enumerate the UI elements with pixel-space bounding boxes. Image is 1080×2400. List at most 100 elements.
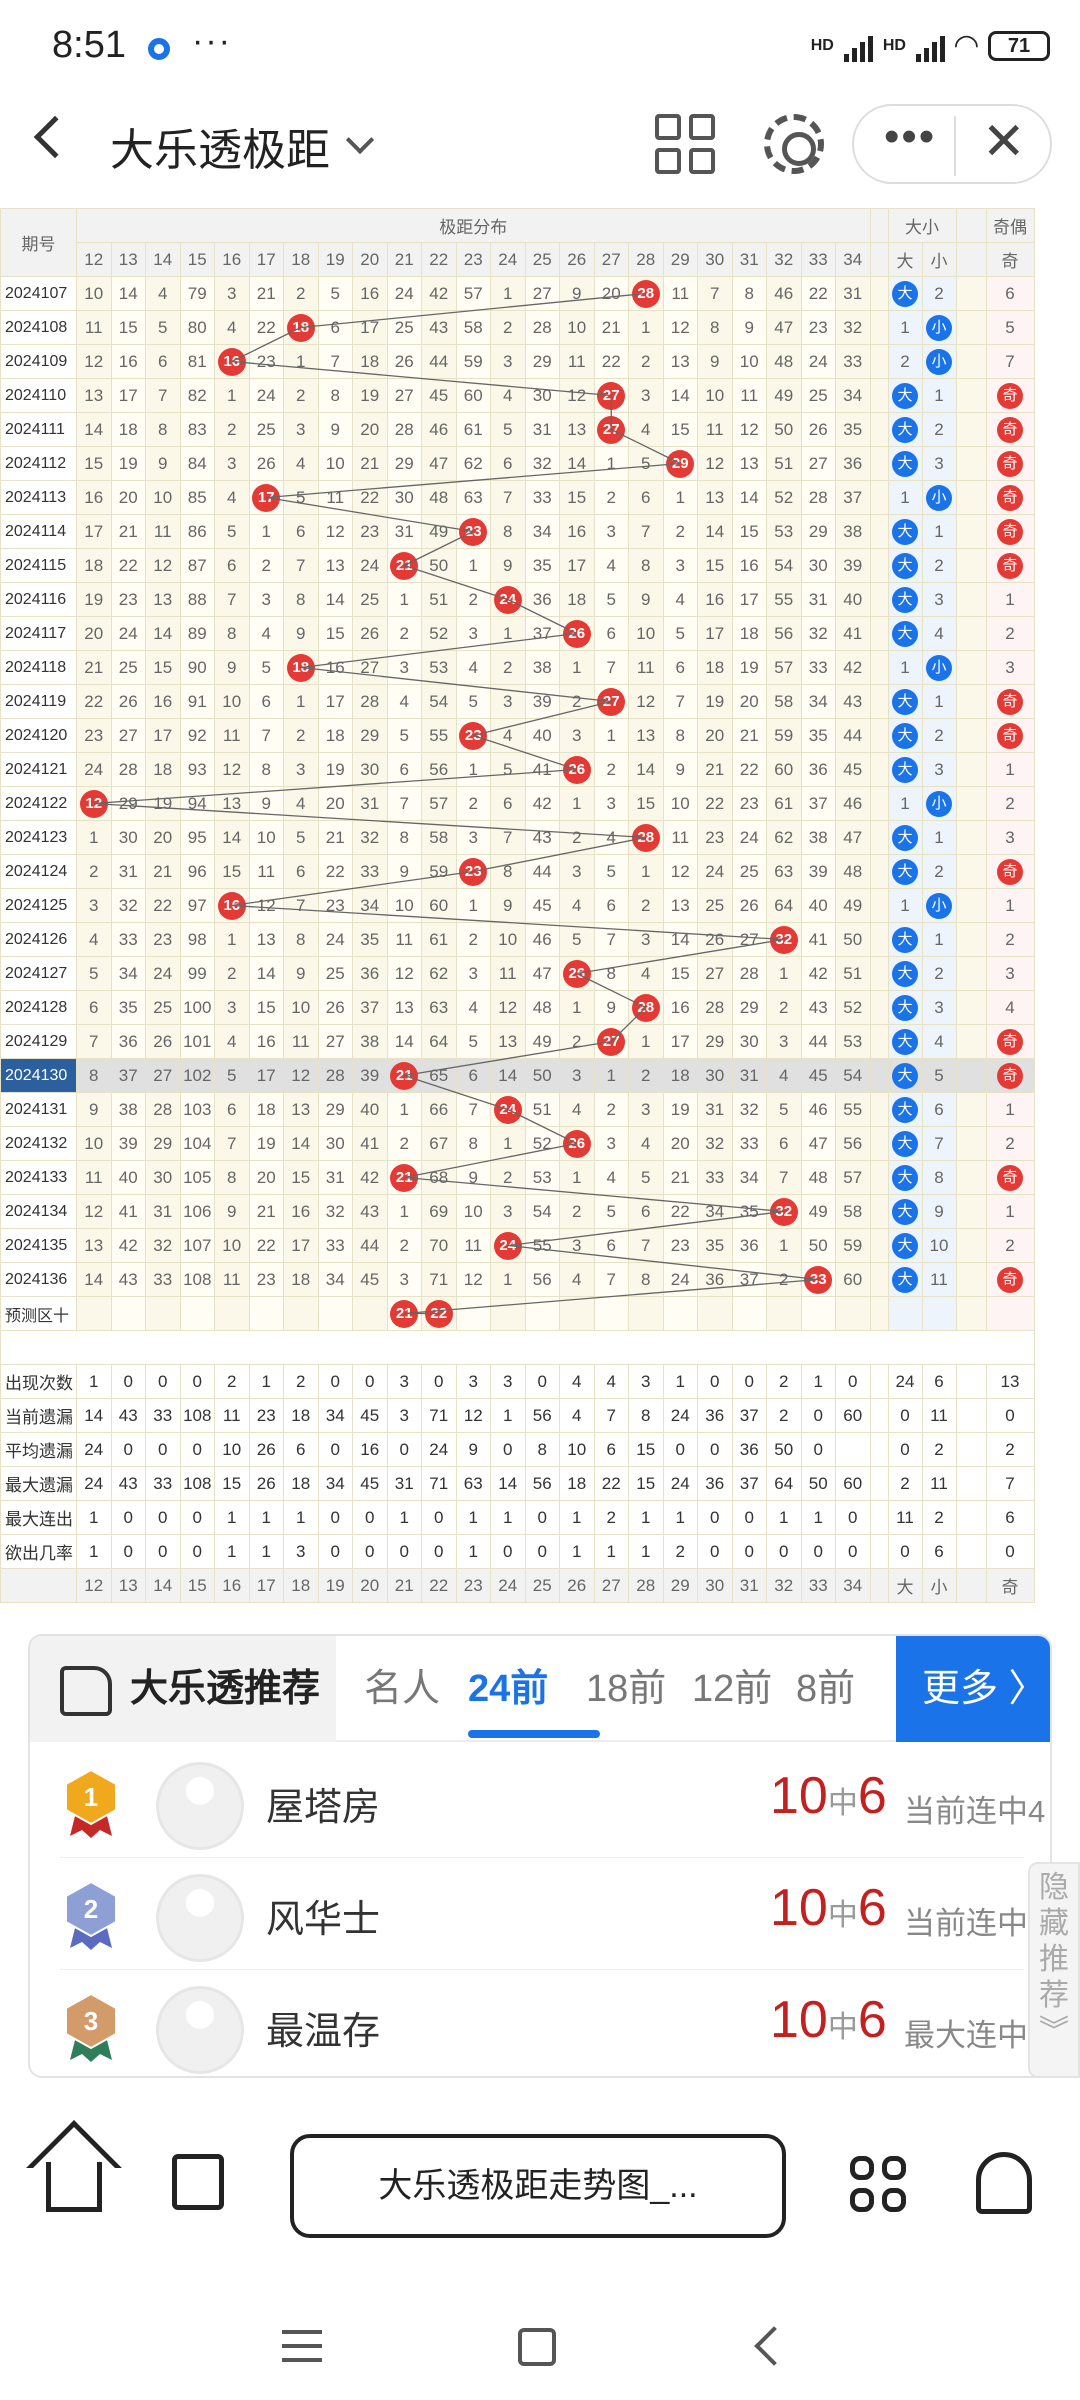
period-cell[interactable]: 2024136 xyxy=(0,1262,77,1297)
period-cell[interactable]: 2024133 xyxy=(0,1160,77,1195)
period-cell[interactable]: 2024110 xyxy=(0,378,77,413)
tab-celebrity[interactable]: 名人 xyxy=(364,1636,440,1742)
predict-cell[interactable] xyxy=(214,1296,250,1331)
table-row[interactable]: 2024122 12 29 19 94 13 9 4 20 31 7 57 2 6 42 1 3 15 10 22 23… xyxy=(0,786,1035,821)
predict-cell[interactable] xyxy=(662,1296,698,1331)
more-icon[interactable]: ••• xyxy=(884,112,936,162)
close-icon[interactable]: ✕ xyxy=(982,112,1026,172)
period-cell[interactable]: 2024112 xyxy=(0,446,77,481)
period-cell[interactable]: 2024108 xyxy=(0,310,77,345)
predict-row[interactable]: 预测区十 21 22 xyxy=(0,1296,1035,1331)
period-cell[interactable]: 2024135 xyxy=(0,1228,77,1263)
nav-back-icon[interactable] xyxy=(754,2326,794,2366)
home-icon[interactable] xyxy=(46,2162,102,2212)
table-row[interactable]: 2024121 24 28 18 93 12 8 3 19 30 6 56 1 5 41 26 2 14 9 21 22… xyxy=(0,752,1035,787)
expert-name[interactable]: 风华士 xyxy=(266,1888,380,1943)
menu-icon[interactable] xyxy=(282,2330,322,2362)
predict-cell[interactable] xyxy=(76,1296,112,1331)
period-cell[interactable]: 2024113 xyxy=(0,480,77,515)
predict-cell[interactable] xyxy=(628,1296,664,1331)
avatar[interactable] xyxy=(156,1874,244,1962)
url-bar[interactable]: 大乐透极距走势图_... xyxy=(290,2134,786,2238)
table-row[interactable]: 2024117 20 24 14 89 8 4 9 15 26 2 52 3 1 37 26 6 10 5 17 18 5… xyxy=(0,616,1035,651)
table-row[interactable]: 2024115 18 22 12 87 6 2 7 13 24 21 50 1 9 35 17 4 8 3 15 16 5… xyxy=(0,548,1035,583)
period-cell[interactable]: 2024114 xyxy=(0,514,77,549)
predict-label[interactable]: 预测区十 xyxy=(0,1296,77,1331)
table-row[interactable]: 2024116 19 23 13 88 7 3 8 14 25 1 51 2 24 36 18 5 9 4 16 17 5… xyxy=(0,582,1035,617)
predict-cell[interactable] xyxy=(145,1296,181,1331)
period-cell[interactable]: 2024122 xyxy=(0,786,77,821)
table-row[interactable]: 2024133 11 40 30 105 8 20 15 31 42 21 68 9 2 53 1 4 5 21 33… xyxy=(0,1160,1035,1195)
recommend-row[interactable]: 3 最温存 10中6 最大连中5 xyxy=(60,1970,1045,2076)
table-row[interactable]: 2024108 11 15 5 80 4 22 18 6 17 25 43 58 2 28 10 21 1 12 8 9… xyxy=(0,310,1035,345)
table-row[interactable]: 2024119 22 26 16 91 10 6 1 17 28 4 54 5 3 39 2 27 12 7 19 20… xyxy=(0,684,1035,719)
more-button[interactable]: 更多 〉 xyxy=(896,1636,1050,1742)
period-cell[interactable]: 2024119 xyxy=(0,684,77,719)
recommend-row[interactable]: 2 风华士 10中6 当前连中2 xyxy=(60,1858,1045,1970)
avatar[interactable] xyxy=(156,1762,244,1850)
table-row[interactable]: 2024126 4 33 23 98 1 13 8 24 35 11 61 2 10 46 5 7 3 14 26 27… xyxy=(0,922,1035,957)
table-row[interactable]: 2024118 21 25 15 90 9 5 18 16 27 3 53 4 2 38 1 7 11 6 18 19 5… xyxy=(0,650,1035,685)
table-row[interactable]: 2024131 9 38 28 103 6 18 13 29 40 1 66 7 24 51 4 2 3 19 31 3… xyxy=(0,1092,1035,1127)
predict-cell[interactable] xyxy=(248,1296,284,1331)
table-row[interactable]: 2024111 14 18 8 83 2 25 3 9 20 28 46 61 5 31 13 27 4 15 11 1… xyxy=(0,412,1035,447)
table-row[interactable]: 2024113 16 20 10 85 4 17 5 11 22 30 48 63 7 33 15 2 6 1 13 1… xyxy=(0,480,1035,515)
predict-cell[interactable] xyxy=(110,1296,146,1331)
hide-recommend-button[interactable]: 隐藏推荐 ︾ xyxy=(1028,1862,1080,2078)
predict-cell[interactable] xyxy=(455,1296,491,1331)
tab-top8[interactable]: 8前 xyxy=(796,1636,855,1742)
period-cell[interactable]: 2024129 xyxy=(0,1024,77,1059)
predict-cell[interactable] xyxy=(731,1296,767,1331)
page-title[interactable]: 大乐透极距 xyxy=(110,114,330,178)
table-row[interactable]: 2024136 14 43 33 108 11 23 18 34 45 3 71 12 1 56 4 7 8 24 3… xyxy=(0,1262,1035,1297)
period-cell[interactable]: 2024115 xyxy=(0,548,77,583)
table-row[interactable]: 2024114 17 21 11 86 5 1 6 12 23 31 49 23 8 34 16 3 7 2 14 15… xyxy=(0,514,1035,549)
period-cell[interactable]: 2024116 xyxy=(0,582,77,617)
gear-icon[interactable] xyxy=(764,114,824,174)
period-cell[interactable]: 2024131 xyxy=(0,1092,77,1127)
predict-cell[interactable] xyxy=(283,1296,319,1331)
table-row[interactable]: 2024123 1 30 20 95 14 10 5 21 32 8 58 3 7 43 2 4 28 11 23 24… xyxy=(0,820,1035,855)
table-row[interactable]: 2024109 12 16 6 81 16 23 1 7 18 26 44 59 3 29 11 22 2 13 9 1… xyxy=(0,344,1035,379)
recommend-row[interactable]: 1 屋塔房 10中6 当前连中4 xyxy=(60,1746,1045,1858)
expert-name[interactable]: 最温存 xyxy=(266,2000,380,2055)
table-row[interactable]: 2024125 3 32 22 97 16 12 7 23 34 10 60 1 9 45 4 6 2 13 25 26… xyxy=(0,888,1035,923)
predict-cell[interactable] xyxy=(352,1296,388,1331)
period-cell[interactable]: 2024120 xyxy=(0,718,77,753)
table-row[interactable]: 2024107 10 14 4 79 3 21 2 5 16 24 42 57 1 27 9 20 28 11 7 8 4… xyxy=(0,276,1035,311)
chevron-down-icon[interactable] xyxy=(345,125,375,155)
period-cell[interactable]: 2024134 xyxy=(0,1194,77,1229)
period-cell[interactable]: 2024132 xyxy=(0,1126,77,1161)
period-cell[interactable]: 2024125 xyxy=(0,888,77,923)
predict-cell[interactable] xyxy=(697,1296,733,1331)
predict-cell[interactable] xyxy=(766,1296,802,1331)
period-cell[interactable]: 2024109 xyxy=(0,344,77,379)
grid-icon[interactable] xyxy=(655,114,715,174)
period-cell[interactable]: 2024127 xyxy=(0,956,77,991)
period-cell[interactable]: 2024126 xyxy=(0,922,77,957)
table-row[interactable]: 2024132 10 39 29 104 7 19 14 30 41 2 67 8 1 52 26 3 4 20 32… xyxy=(0,1126,1035,1161)
table-row[interactable]: 2024130 8 37 27 102 5 17 12 28 39 21 65 6 14 50 3 1 2 18 30… xyxy=(0,1058,1035,1093)
period-cell[interactable]: 2024130 xyxy=(0,1058,77,1093)
table-row[interactable]: 2024110 13 17 7 82 1 24 2 8 19 27 45 60 4 30 12 27 3 14 10 1… xyxy=(0,378,1035,413)
predict-cell[interactable]: 22 xyxy=(421,1296,457,1331)
predict-cell[interactable] xyxy=(179,1296,215,1331)
table-row[interactable]: 2024135 13 42 32 107 10 22 17 33 44 2 70 11 24 55 3 6 7 23… xyxy=(0,1228,1035,1263)
predict-cell[interactable] xyxy=(559,1296,595,1331)
period-cell[interactable]: 2024111 xyxy=(0,412,77,447)
table-row[interactable]: 2024112 15 19 9 84 3 26 4 10 21 29 47 62 6 32 14 1 5 29 12 1… xyxy=(0,446,1035,481)
tabs-icon[interactable] xyxy=(172,2154,224,2210)
tab-top24[interactable]: 24前 xyxy=(468,1636,548,1742)
period-cell[interactable]: 2024118 xyxy=(0,650,77,685)
period-cell[interactable]: 2024128 xyxy=(0,990,77,1025)
apps-icon[interactable] xyxy=(850,2156,906,2212)
period-cell[interactable]: 2024121 xyxy=(0,752,77,787)
predict-cell[interactable] xyxy=(835,1296,871,1331)
tab-top12[interactable]: 12前 xyxy=(692,1636,772,1742)
predict-cell[interactable] xyxy=(490,1296,526,1331)
period-cell[interactable]: 2024124 xyxy=(0,854,77,889)
table-row[interactable]: 2024128 6 35 25 100 3 15 10 26 37 13 63 4 12 48 1 9 28 16 2… xyxy=(0,990,1035,1025)
table-row[interactable]: 2024134 12 41 31 106 9 21 16 32 43 1 69 10 3 54 2 5 6 22 34… xyxy=(0,1194,1035,1229)
back-icon[interactable] xyxy=(33,115,77,159)
expert-name[interactable]: 屋塔房 xyxy=(266,1776,380,1831)
